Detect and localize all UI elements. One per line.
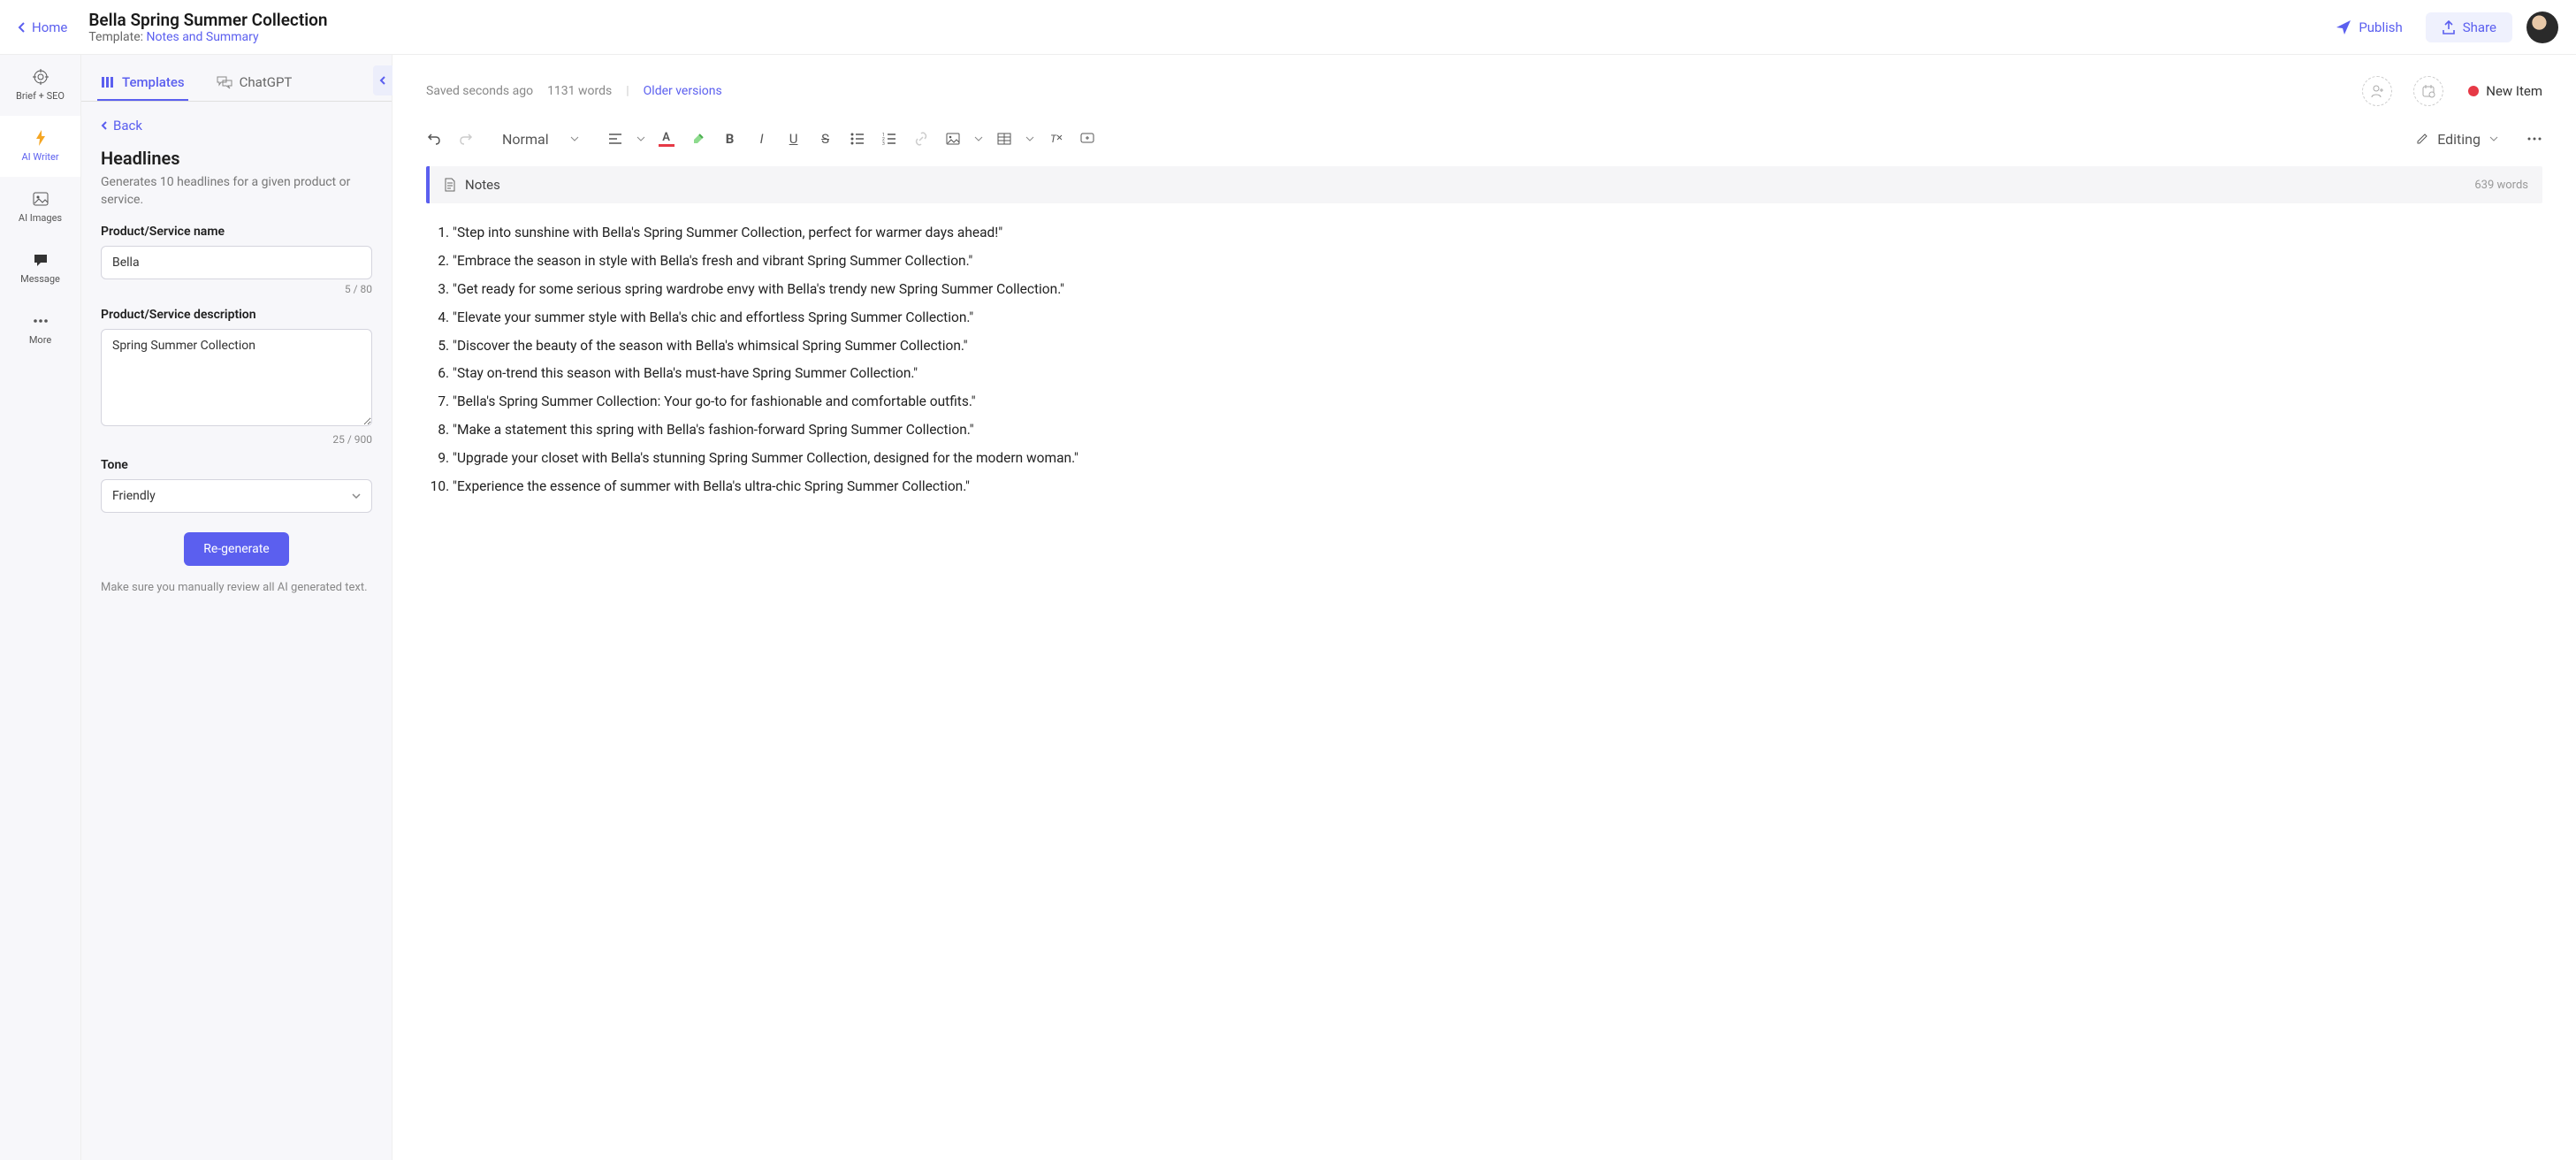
font-color-button[interactable]: A	[653, 126, 680, 152]
panel-heading: Headlines	[101, 148, 372, 169]
image-icon	[33, 191, 49, 207]
notes-section-header[interactable]: Notes 639 words	[426, 166, 2542, 203]
headline-item[interactable]: "Discover the beauty of the season with …	[453, 332, 2542, 361]
rail-ai-writer[interactable]: AI Writer	[0, 116, 80, 177]
template-line: Template: Notes and Summary	[88, 30, 327, 44]
desc-label: Product/Service description	[101, 308, 372, 322]
template-link[interactable]: Notes and Summary	[147, 30, 259, 44]
editing-mode-select[interactable]: Editing	[2409, 127, 2505, 151]
nav-rail: Brief + SEO AI Writer AI Images Message …	[0, 55, 81, 1160]
editor-toolbar: Normal A B I U S 123 T	[392, 118, 2576, 166]
headline-item[interactable]: "Upgrade your closet with Bella's stunni…	[453, 445, 2542, 473]
chat-icon	[33, 252, 49, 268]
document-title[interactable]: Bella Spring Summer Collection	[88, 10, 327, 30]
review-note: Make sure you manually review all AI gen…	[101, 580, 372, 596]
product-desc-input[interactable]	[101, 329, 372, 426]
new-item-button[interactable]: New Item	[2468, 83, 2542, 99]
rail-message[interactable]: Message	[0, 238, 80, 299]
paragraph-style-select[interactable]: Normal	[493, 127, 588, 151]
numbered-list-button[interactable]: 123	[876, 126, 903, 152]
add-user-button[interactable]	[2362, 76, 2392, 106]
notes-word-count: 639 words	[2474, 179, 2528, 192]
tab-templates[interactable]: Templates	[97, 65, 188, 101]
strikethrough-button[interactable]: S	[812, 126, 839, 152]
publish-button[interactable]: Publish	[2321, 12, 2416, 42]
name-char-count: 5 / 80	[101, 283, 372, 295]
headline-item[interactable]: "Step into sunshine with Bella's Spring …	[453, 219, 2542, 248]
editor-area: Saved seconds ago 1131 words | Older ver…	[392, 55, 2576, 1160]
pencil-icon	[2416, 133, 2428, 145]
bold-button[interactable]: B	[717, 126, 743, 152]
side-panel: Templates ChatGPT Back Headlines Generat…	[81, 55, 392, 1160]
regenerate-button[interactable]: Re-generate	[184, 532, 288, 566]
headline-item[interactable]: "Bella's Spring Summer Collection: Your …	[453, 388, 2542, 416]
tone-select[interactable]: Friendly	[101, 479, 372, 513]
align-button[interactable]	[602, 126, 629, 152]
home-label: Home	[32, 19, 67, 35]
comment-button[interactable]	[1074, 126, 1101, 152]
rail-ai-images[interactable]: AI Images	[0, 177, 80, 238]
upload-icon	[2442, 20, 2456, 34]
back-link[interactable]: Back	[101, 118, 372, 134]
headline-item[interactable]: "Stay on-trend this season with Bella's …	[453, 360, 2542, 388]
send-icon	[2336, 19, 2351, 35]
panel-subheading: Generates 10 headlines for a given produ…	[101, 174, 372, 209]
headline-item[interactable]: "Embrace the season in style with Bella'…	[453, 248, 2542, 276]
collapse-panel-button[interactable]	[373, 65, 392, 95]
table-dropdown[interactable]	[1023, 126, 1037, 152]
share-label: Share	[2463, 19, 2496, 35]
bullet-list-button[interactable]	[844, 126, 871, 152]
bolt-icon	[33, 130, 49, 146]
tone-label: Tone	[101, 458, 372, 472]
chevron-left-icon	[101, 120, 108, 131]
target-icon	[33, 69, 49, 85]
image-dropdown[interactable]	[972, 126, 986, 152]
chevron-down-icon	[570, 136, 579, 142]
desc-char-count: 25 / 900	[101, 433, 372, 446]
product-name-input[interactable]	[101, 246, 372, 279]
chat-bubbles-icon	[217, 75, 232, 89]
svg-text:3: 3	[882, 141, 885, 145]
rail-more[interactable]: More	[0, 299, 80, 360]
dots-icon	[33, 313, 49, 329]
chevron-left-icon	[18, 21, 27, 34]
tab-chatgpt[interactable]: ChatGPT	[213, 65, 296, 101]
headline-item[interactable]: "Get ready for some serious spring wardr…	[453, 276, 2542, 304]
underline-button[interactable]: U	[781, 126, 807, 152]
status-dot-icon	[2468, 86, 2479, 96]
user-avatar[interactable]	[2526, 11, 2558, 43]
svg-text:T: T	[1050, 133, 1057, 145]
share-button[interactable]: Share	[2426, 12, 2512, 42]
align-dropdown[interactable]	[634, 126, 648, 152]
highlight-button[interactable]	[685, 126, 712, 152]
templates-icon	[101, 75, 115, 89]
headline-list[interactable]: "Step into sunshine with Bella's Spring …	[426, 219, 2542, 501]
undo-button[interactable]	[421, 126, 447, 152]
headline-item[interactable]: "Make a statement this spring with Bella…	[453, 416, 2542, 445]
clear-format-button[interactable]: T	[1042, 126, 1069, 152]
redo-button[interactable]	[453, 126, 479, 152]
table-button[interactable]	[991, 126, 1017, 152]
document-icon	[444, 178, 456, 192]
chevron-down-icon	[2489, 136, 2498, 142]
italic-button[interactable]: I	[749, 126, 775, 152]
schedule-button[interactable]	[2413, 76, 2443, 106]
name-label: Product/Service name	[101, 225, 372, 239]
older-versions-link[interactable]: Older versions	[644, 84, 722, 98]
home-link[interactable]: Home	[18, 19, 67, 35]
headline-item[interactable]: "Experience the essence of summer with B…	[453, 473, 2542, 501]
total-word-count: 1131 words	[547, 84, 612, 98]
image-button[interactable]	[940, 126, 966, 152]
publish-label: Publish	[2359, 19, 2402, 35]
rail-brief-seo[interactable]: Brief + SEO	[0, 55, 80, 116]
headline-item[interactable]: "Elevate your summer style with Bella's …	[453, 304, 2542, 332]
more-toolbar-button[interactable]	[2521, 126, 2548, 152]
saved-status: Saved seconds ago	[426, 84, 533, 98]
link-button[interactable]	[908, 126, 934, 152]
